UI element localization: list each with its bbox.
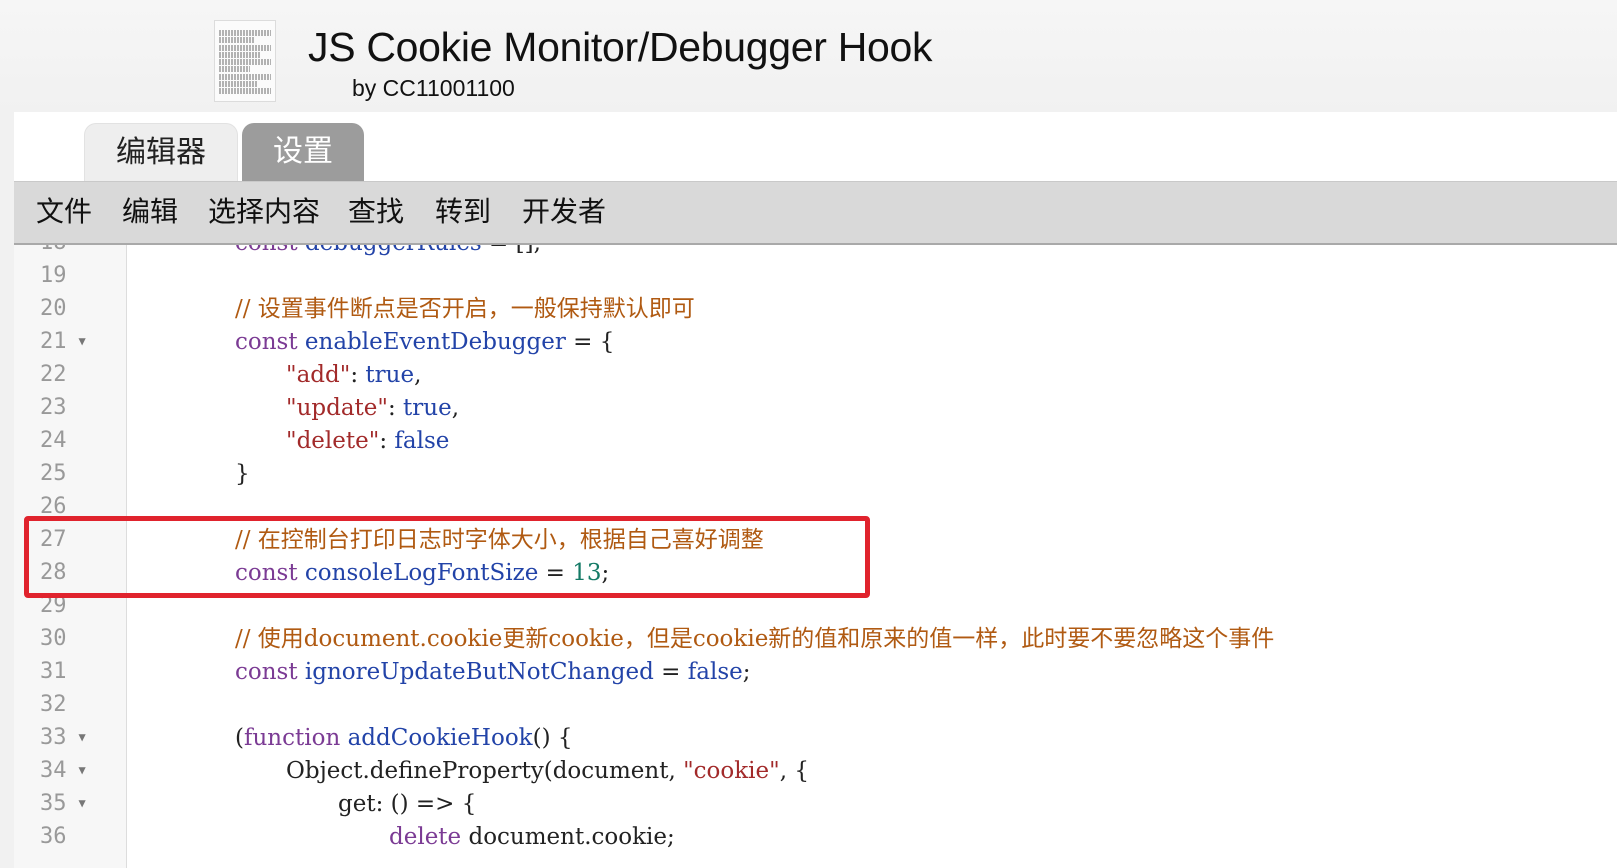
- menu-developer[interactable]: 开发者: [522, 194, 606, 230]
- code-line-18: const debuggerRules = [];: [235, 245, 541, 260]
- code-line-21: const enableEventDebugger = {: [235, 329, 615, 355]
- userscript-thumbnail-icon: [214, 20, 276, 102]
- line-number: 23: [40, 395, 67, 420]
- tab-settings[interactable]: 设置: [242, 123, 364, 181]
- menu-edit[interactable]: 编辑: [122, 194, 178, 230]
- code-line-22: "add": true,: [286, 362, 422, 388]
- line-number: 30: [40, 626, 67, 651]
- script-title: JS Cookie Monitor/Debugger Hook: [308, 24, 933, 70]
- line-number: 31: [40, 659, 67, 684]
- fold-toggle-icon[interactable]: ▼: [79, 763, 86, 777]
- code-line-20: // 设置事件断点是否开启，一般保持默认即可: [235, 296, 695, 322]
- code-line-36: delete document.cookie;: [389, 824, 675, 850]
- menu-goto[interactable]: 转到: [435, 194, 491, 230]
- menu-find[interactable]: 查找: [348, 194, 404, 230]
- line-number: 22: [40, 362, 67, 387]
- line-number: 21 ▼: [40, 329, 86, 354]
- editor-menubar: 文件 编辑 选择内容 查找 转到 开发者: [14, 181, 1617, 245]
- line-number: 36: [40, 824, 67, 849]
- line-number: 35 ▼: [40, 791, 86, 816]
- tab-editor[interactable]: 编辑器: [84, 123, 238, 181]
- code-line-25: }: [235, 461, 250, 487]
- red-highlight-annotation: [24, 516, 870, 598]
- header-bar: JS Cookie Monitor/Debugger Hook by CC110…: [0, 0, 1617, 112]
- fold-toggle-icon[interactable]: ▼: [79, 796, 86, 810]
- fold-toggle-icon[interactable]: ▼: [79, 730, 86, 744]
- line-number: 32: [40, 692, 67, 717]
- line-number: 24: [40, 428, 67, 453]
- code-line-31: const ignoreUpdateButNotChanged = false;: [235, 659, 751, 685]
- menu-selection[interactable]: 选择内容: [208, 194, 320, 230]
- fold-toggle-icon[interactable]: ▼: [79, 334, 86, 348]
- line-number: 33 ▼: [40, 725, 86, 750]
- code-line-30: // 使用document.cookie更新cookie，但是cookie新的值…: [235, 626, 1275, 652]
- frame-left-border: [0, 112, 14, 868]
- line-number: 20: [40, 296, 67, 321]
- code-line-35: get: () => {: [338, 791, 477, 817]
- code-line-23: "update": true,: [286, 395, 460, 421]
- line-number: 25: [40, 461, 67, 486]
- code-line-34: Object.defineProperty(document, "cookie"…: [286, 758, 809, 784]
- script-author: by CC11001100: [352, 75, 515, 101]
- line-number: 34 ▼: [40, 758, 86, 783]
- code-line-24: "delete": false: [286, 428, 450, 454]
- line-number: 19: [40, 263, 67, 288]
- menu-file[interactable]: 文件: [36, 194, 92, 230]
- line-number: 18: [40, 245, 100, 260]
- code-line-33: (function addCookieHook() {: [235, 725, 573, 751]
